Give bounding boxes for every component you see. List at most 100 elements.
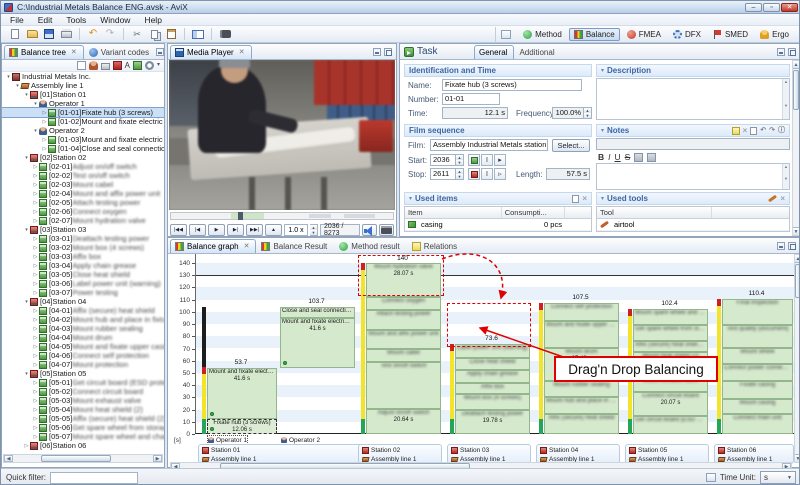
section-identification[interactable]: Identification and Time (404, 64, 592, 77)
collapsed-arrow-icon[interactable]: ▷ (32, 353, 39, 359)
section-description[interactable]: ▾Description (596, 64, 790, 77)
collapsed-arrow-icon[interactable]: ▷ (32, 200, 39, 206)
tree-item[interactable]: ▷[05-04] Mount heat shield (2) (2, 405, 164, 414)
collapsed-arrow-icon[interactable]: ▷ (32, 281, 39, 287)
minimize-view-icon[interactable] (777, 48, 785, 56)
tree-item[interactable]: ▷[02-02] Test on/off switch (2, 171, 164, 180)
notes-textarea[interactable]: ▲▼ (596, 163, 790, 190)
goto-start-button[interactable]: ▸ (494, 154, 506, 166)
print-icon[interactable] (58, 27, 74, 41)
playback-speed-field[interactable]: 1.0 x (284, 224, 308, 236)
number-field[interactable]: 01-01 (442, 93, 500, 105)
tab-balance-result[interactable]: Balance Result (256, 239, 334, 253)
add-note-icon[interactable] (732, 127, 740, 135)
task-block[interactable]: Mount and fixate upper casing (544, 321, 619, 348)
collapsed-arrow-icon[interactable]: ▷ (32, 398, 39, 404)
name-field[interactable]: Fixate hub (3 screws) (442, 79, 582, 91)
task-block[interactable]: Affix box (455, 383, 530, 394)
save-icon[interactable] (41, 27, 57, 41)
station-card[interactable]: Station 04Assembly line 1 (536, 444, 620, 464)
tab-balance-graph[interactable]: Balance graph✕ (170, 239, 256, 253)
tree-item[interactable]: ▷[01-02] Mount and fixate electric unit (2, 117, 164, 126)
video-frame[interactable] (169, 60, 395, 210)
tree-item[interactable]: ▾[05] Station 05 (2, 369, 164, 378)
tree-item[interactable]: ▾[01] Station 01 (2, 90, 164, 99)
task-block[interactable]: Mount cabel (366, 349, 441, 362)
tree-item[interactable]: ▷[04-01] Affix (secure) heat shield (2, 306, 164, 315)
column-header[interactable]: Tool (597, 207, 712, 218)
skip-end-button[interactable]: ▶▶| (246, 224, 263, 236)
perspective-other-button[interactable] (496, 28, 516, 41)
redo-icon[interactable]: ↷ (102, 27, 118, 41)
stop-spinner[interactable]: ▲▼ (456, 168, 464, 180)
tree-item[interactable]: ▷[03-06] Label power unit (warning) (2, 279, 164, 288)
section-used-items[interactable]: ▾Used items × (404, 192, 592, 205)
station-card[interactable]: Station 06Assembly line 1 (714, 444, 794, 464)
menu-edit[interactable]: Edit (31, 15, 60, 25)
tree-item[interactable]: ▷[01-01] Fixate hub (3 screws) (2, 108, 164, 117)
task-block[interactable]: Connect circuit board20.07 s (633, 392, 708, 417)
eject-button[interactable]: ▲ (265, 224, 282, 236)
collapsed-arrow-icon[interactable]: ▷ (32, 245, 39, 251)
collapsed-arrow-icon[interactable]: ▷ (32, 344, 39, 350)
film-field[interactable]: Assembly Industrial Metals station 7.mpg (430, 139, 548, 151)
collapsed-arrow-icon[interactable]: ▷ (32, 317, 39, 323)
doc-icon[interactable] (77, 61, 86, 70)
station-card[interactable]: Station 02Assembly line 1 (358, 444, 442, 464)
tree-item[interactable]: ▾Assembly line 1 (2, 81, 164, 90)
format-s-button[interactable]: S (625, 152, 631, 162)
copy-icon[interactable] (146, 27, 162, 41)
tree-item[interactable]: ▷[02-01] Adjust on/off switch (2, 162, 164, 171)
tree-item[interactable]: ▾[03] Station 03 (2, 225, 164, 234)
maximize-view-icon[interactable] (384, 48, 392, 56)
tree-item[interactable]: ▾[04] Station 04 (2, 297, 164, 306)
tree-item[interactable]: ▾Operator 2 (2, 126, 164, 135)
collapsed-arrow-icon[interactable]: ▷ (32, 236, 39, 242)
camera-icon[interactable] (217, 27, 233, 41)
frequency-spinner[interactable]: ▲▼ (584, 107, 592, 119)
step-forward-button[interactable]: ▶| (227, 224, 244, 236)
tree-item[interactable]: ▷[05-01] Get circuit board (ESD protecti… (2, 378, 164, 387)
text-icon[interactable]: A (125, 61, 130, 70)
stop-field[interactable]: 2611 (430, 168, 456, 180)
collapsed-arrow-icon[interactable]: ▷ (32, 290, 39, 296)
task-block[interactable]: Attach testing power (366, 310, 441, 330)
table-row[interactable]: airtool (597, 219, 789, 231)
collapsed-arrow-icon[interactable]: ▷ (32, 326, 39, 332)
expanded-arrow-icon[interactable]: ▾ (23, 92, 30, 98)
task-block[interactable]: Affix (secure) heat shield (2) (633, 341, 708, 352)
perspective-dfx-button[interactable]: DFX (668, 28, 706, 41)
insert-person-icon[interactable] (634, 153, 643, 162)
close-button[interactable]: ✕ (781, 3, 798, 12)
operator-label[interactable]: Operator 2 (281, 436, 320, 444)
set-stop-frame-button[interactable] (468, 168, 480, 180)
perspective-ergo-button[interactable]: Ergo (755, 28, 794, 41)
tree-horizontal-scrollbar[interactable]: ◀ ▶ (3, 454, 163, 463)
video-seek-bar[interactable] (170, 212, 394, 220)
task-block[interactable]: Connect power connector (722, 364, 793, 381)
task-block[interactable]: Affix (secure) heat shield (544, 414, 619, 434)
tab-relations[interactable]: Relations (407, 239, 464, 253)
collapsed-arrow-icon[interactable]: ▷ (32, 272, 39, 278)
task-block[interactable]: Mount hub and place in fixture (544, 397, 619, 414)
column-header[interactable]: Consumpti... (502, 207, 565, 218)
insert-image-icon[interactable] (647, 153, 656, 162)
task-block[interactable]: Connect oxygen (366, 297, 441, 310)
tree-item[interactable]: ▷[03-01] Deattach testing power (2, 234, 164, 243)
station-card[interactable]: Station 01Assembly line 1 (198, 444, 384, 464)
tree-item[interactable]: ▾Industrial Metals Inc. (2, 72, 164, 81)
tree-item[interactable]: ▷[01-03] Mount and fixate electric unit (2, 135, 164, 144)
collapsed-arrow-icon[interactable]: ▷ (41, 137, 48, 143)
collapsed-arrow-icon[interactable]: ▷ (32, 434, 39, 440)
section-film-sequence[interactable]: Film sequence (404, 124, 592, 137)
expanded-arrow-icon[interactable]: ▾ (23, 227, 30, 233)
collapsed-arrow-icon[interactable]: ▷ (32, 308, 39, 314)
collapsed-arrow-icon[interactable]: ▷ (23, 443, 30, 449)
task-block[interactable]: Final inspection (722, 299, 793, 325)
collapsed-arrow-icon[interactable]: ▷ (32, 425, 39, 431)
minimize-view-icon[interactable] (156, 48, 164, 56)
task-block[interactable]: Mount wheel (722, 348, 793, 364)
format-b-button[interactable]: B (598, 152, 604, 162)
task-block[interactable]: Close heat shield (455, 358, 530, 370)
collapsed-arrow-icon[interactable]: ▷ (41, 110, 48, 116)
